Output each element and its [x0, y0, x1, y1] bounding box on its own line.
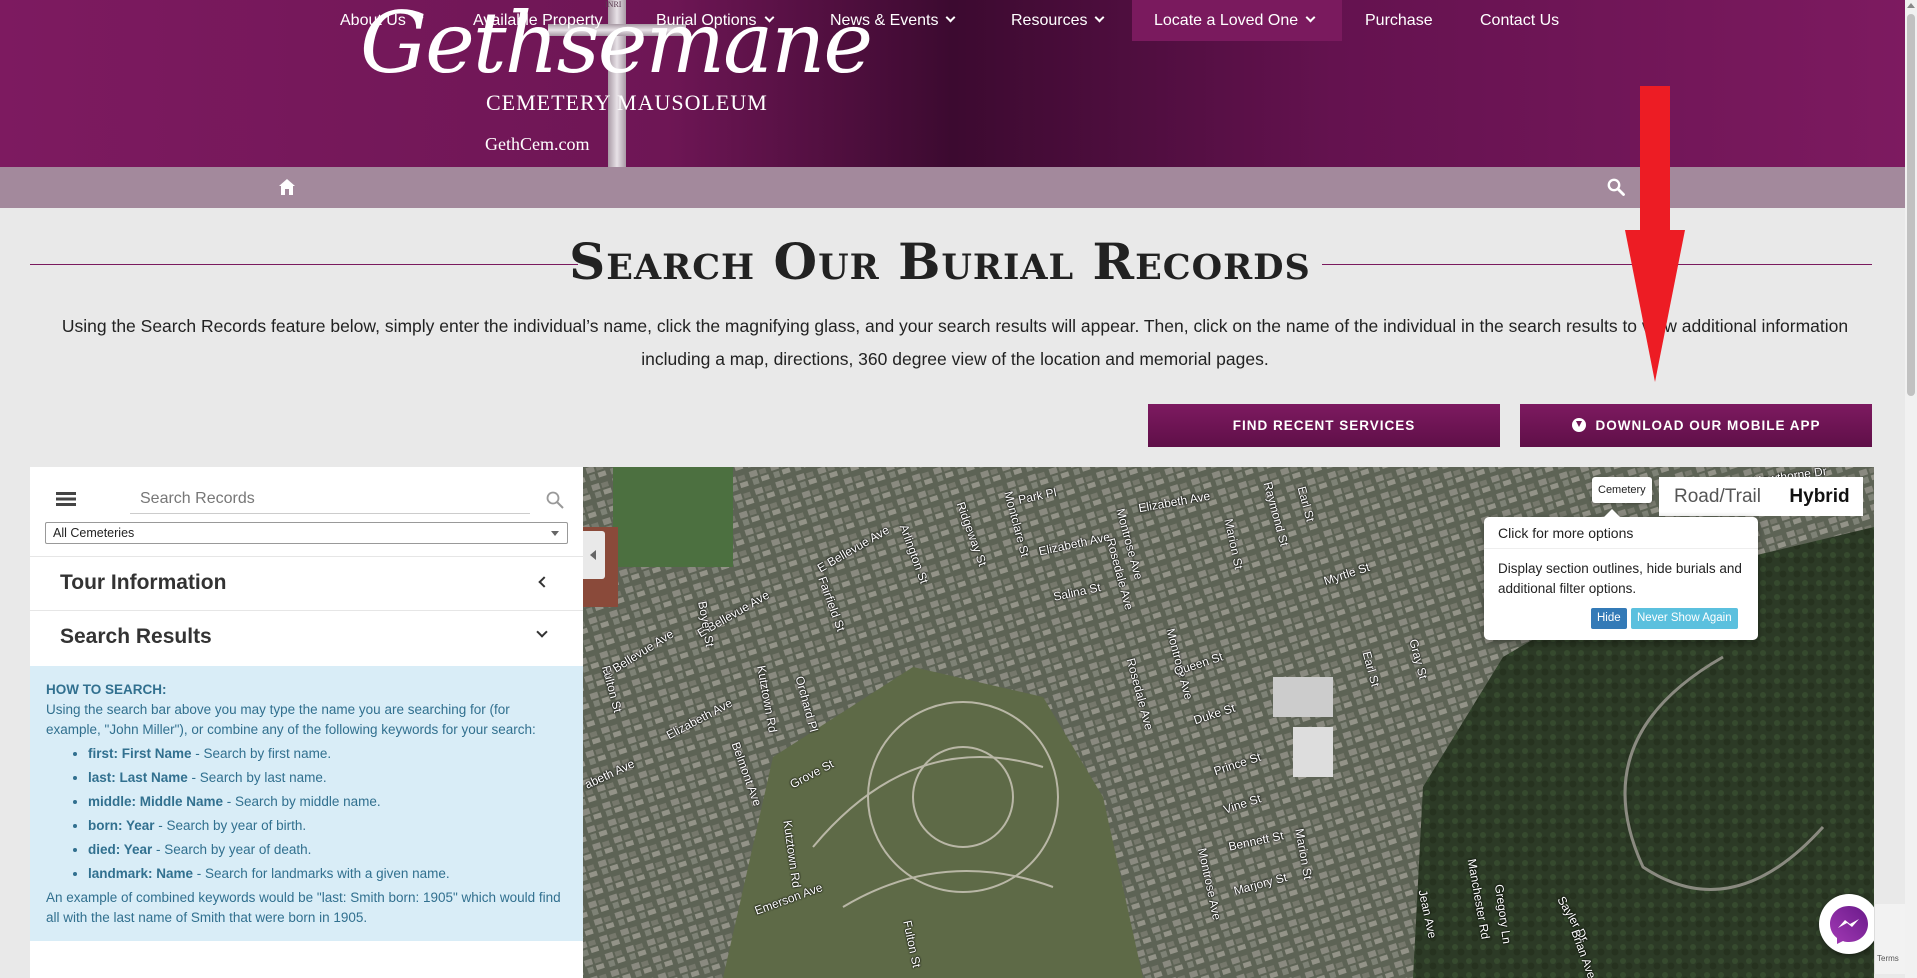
logo-subtitle: CEMETERY MAUSOLEUM	[486, 90, 768, 115]
help-heading: HOW TO SEARCH:	[46, 682, 167, 697]
scrollbar-thumb[interactable]	[1907, 14, 1915, 396]
nav-label: Available Property	[473, 12, 603, 29]
panel-title: Tour Information	[60, 571, 227, 594]
chevron-down-icon	[946, 12, 956, 23]
select-value: All Cemeteries	[53, 526, 135, 540]
nav-item-burial-options[interactable]: Burial Options	[656, 0, 774, 41]
chevron-down-icon	[551, 531, 559, 536]
keyword-desc: - Search by first name.	[191, 746, 332, 761]
chevron-down-icon	[764, 12, 774, 23]
nav-label: Burial Options	[656, 12, 757, 29]
popover-never-show-button[interactable]: Never Show Again	[1631, 608, 1738, 629]
map-mode-hybrid[interactable]: Hybrid	[1776, 477, 1863, 516]
chevron-down-icon	[413, 12, 424, 23]
chevron-down-icon	[1095, 12, 1105, 23]
nav-label: Purchase	[1365, 12, 1433, 29]
keyword: first: First Name	[88, 746, 192, 761]
download-mobile-app-button[interactable]: DOWNLOAD OUR MOBILE APP	[1520, 404, 1872, 447]
list-item: middle: Middle Name - Search by middle n…	[88, 790, 567, 814]
keyword-desc: - Search by last name.	[187, 770, 327, 785]
keyword-desc: - Search by year of birth.	[154, 818, 307, 833]
list-item: landmark: Name - Search for landmarks wi…	[88, 862, 567, 886]
search-icon[interactable]	[546, 491, 564, 509]
button-label: FIND RECENT SERVICES	[1232, 418, 1416, 433]
panel-title: Search Results	[60, 625, 212, 648]
logo-url: GethCem.com	[485, 134, 590, 154]
messenger-chat-button[interactable]	[1819, 894, 1879, 954]
chevron-down-icon	[536, 626, 548, 638]
page-title: Search Our Burial Records	[569, 232, 1311, 291]
popover-title: Click for more options	[1484, 517, 1758, 549]
download-icon	[1571, 418, 1586, 432]
keyword-desc: - Search by year of death.	[152, 842, 312, 857]
red-arrow-head	[1625, 230, 1685, 382]
intro-text: Using the Search Records feature below, …	[61, 316, 1849, 369]
layers-menu-icon[interactable]	[56, 492, 76, 506]
help-example: An example of combined keywords would be…	[46, 890, 561, 925]
list-item: last: Last Name - Search by last name.	[88, 766, 567, 790]
nav-label: Resources	[1011, 12, 1088, 29]
keyword-desc: - Search for landmarks with a given name…	[193, 866, 450, 881]
keyword-list: first: First Name - Search by first name…	[46, 742, 567, 886]
cemetery-select[interactable]: All Cemeteries	[45, 522, 568, 544]
search-icon[interactable]	[1607, 178, 1625, 196]
red-arrow-annotation	[1640, 86, 1670, 236]
keyword-desc: - Search by middle name.	[223, 794, 381, 809]
popover-hide-button[interactable]: Hide	[1591, 608, 1627, 629]
find-recent-services-button[interactable]: FIND RECENT SERVICES	[1148, 404, 1500, 447]
keyword: died: Year	[88, 842, 153, 857]
nav-label: Contact Us	[1480, 12, 1560, 29]
recaptcha-badge[interactable]: Terms	[1874, 904, 1905, 974]
messenger-icon	[1830, 906, 1868, 944]
button-label: DOWNLOAD OUR MOBILE APP	[1595, 418, 1821, 433]
tour-information-panel[interactable]: Tour Information	[30, 556, 583, 610]
search-records-input[interactable]	[130, 484, 530, 514]
keyword: landmark: Name	[88, 866, 194, 881]
popover-body: Display section outlines, hide burials a…	[1498, 561, 1742, 596]
nav-item-purchase[interactable]: Purchase	[1365, 0, 1433, 41]
how-to-search-help: HOW TO SEARCH: Using the search bar abov…	[30, 666, 583, 941]
cemetery-filter-chip[interactable]: Cemetery	[1592, 477, 1652, 503]
nav-item-contact-us[interactable]: Contact Us	[1480, 0, 1559, 41]
scroll-up-arrow-icon[interactable]	[1907, 3, 1915, 8]
home-icon[interactable]	[278, 178, 296, 196]
keyword: last: Last Name	[88, 770, 188, 785]
nav-item-about-us[interactable]: About Us	[340, 0, 424, 41]
title-divider-right	[1322, 264, 1872, 265]
nav-label: News & Events	[830, 12, 939, 29]
recaptcha-terms-link[interactable]: Terms	[1877, 954, 1899, 963]
search-results-panel[interactable]: Search Results	[30, 610, 583, 664]
nav-item-resources[interactable]: Resources	[1011, 0, 1105, 41]
map-mode-road-trail[interactable]: Road/Trail	[1659, 477, 1776, 516]
nav-label: Locate a Loved One	[1154, 12, 1299, 29]
keyword: middle: Middle Name	[88, 794, 224, 809]
chevron-left-icon	[538, 576, 550, 588]
list-item: born: Year - Search by year of birth.	[88, 814, 567, 838]
nav-item-available-property[interactable]: Available Property	[473, 0, 603, 41]
list-item: died: Year - Search by year of death.	[88, 838, 567, 862]
nav-item-news-events[interactable]: News & Events	[830, 0, 956, 41]
chevron-down-icon	[1305, 12, 1316, 23]
keyword: born: Year	[88, 818, 155, 833]
list-item: first: First Name - Search by first name…	[88, 742, 567, 766]
help-intro: Using the search bar above you may type …	[46, 702, 536, 737]
collapse-sidebar-toggle[interactable]	[583, 531, 605, 579]
title-divider-left	[30, 264, 578, 265]
logo-script-text: Gethsemane	[360, 0, 873, 92]
nav-item-locate-loved-one[interactable]: Locate a Loved One	[1132, 0, 1342, 41]
nav-label: About Us	[340, 12, 406, 29]
